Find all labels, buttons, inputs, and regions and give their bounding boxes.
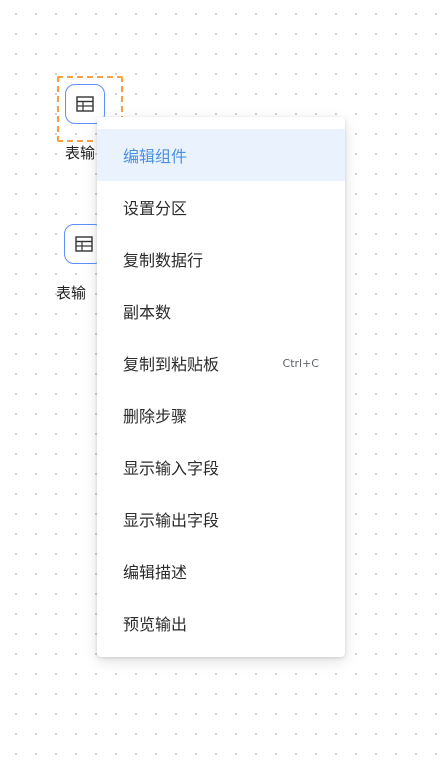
menu-item-edit-description[interactable]: 编辑描述 [97,545,345,597]
node-label: 表输 [56,284,87,302]
menu-item-preview-output[interactable]: 预览输出 [97,597,345,649]
menu-item-label: 显示输入字段 [123,459,220,478]
menu-item-show-input-fields[interactable]: 显示输入字段 [97,441,345,493]
node-label: 表输 [65,144,96,162]
menu-item-label: 复制数据行 [123,251,204,270]
menu-item-label: 显示输出字段 [123,511,220,530]
menu-item-label: 预览输出 [123,615,188,634]
menu-item-label: 设置分区 [123,199,188,218]
table-icon [75,236,93,252]
shortcut-hint: Ctrl+C [282,356,319,370]
menu-item-copy-to-clipboard[interactable]: 复制到粘贴板 Ctrl+C [97,337,345,389]
menu-item-show-output-fields[interactable]: 显示输出字段 [97,493,345,545]
menu-item-set-partition[interactable]: 设置分区 [97,181,345,233]
menu-item-label: 复制到粘贴板 [123,355,220,374]
context-menu: 编辑组件 设置分区 复制数据行 副本数 复制到粘贴板 Ctrl+C 删除步骤 显… [97,117,345,657]
menu-item-label: 编辑描述 [123,563,188,582]
menu-item-delete-step[interactable]: 删除步骤 [97,389,345,441]
menu-item-label: 副本数 [123,303,172,322]
menu-item-label: 编辑组件 [123,147,188,166]
menu-item-replica-count[interactable]: 副本数 [97,285,345,337]
menu-item-edit-component[interactable]: 编辑组件 [97,129,345,181]
table-icon [76,96,94,112]
menu-item-label: 删除步骤 [123,407,188,426]
menu-item-copy-data-rows[interactable]: 复制数据行 [97,233,345,285]
